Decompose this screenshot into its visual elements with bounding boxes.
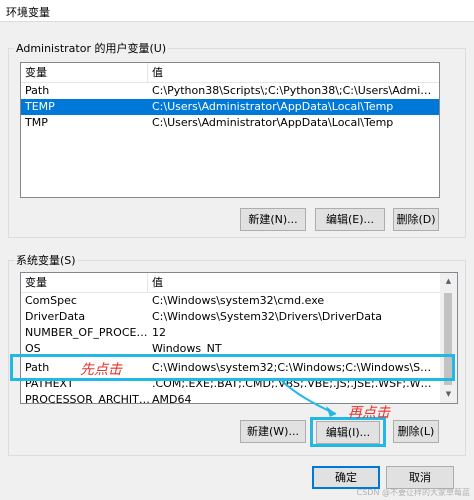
annotation-arrow: [281, 380, 337, 417]
annotation-second-click: 再点击: [348, 405, 390, 421]
watermark: CSDN @不要让样的大家草莓蓝: [356, 488, 470, 497]
annotation-first-click: 先点击: [80, 362, 122, 378]
